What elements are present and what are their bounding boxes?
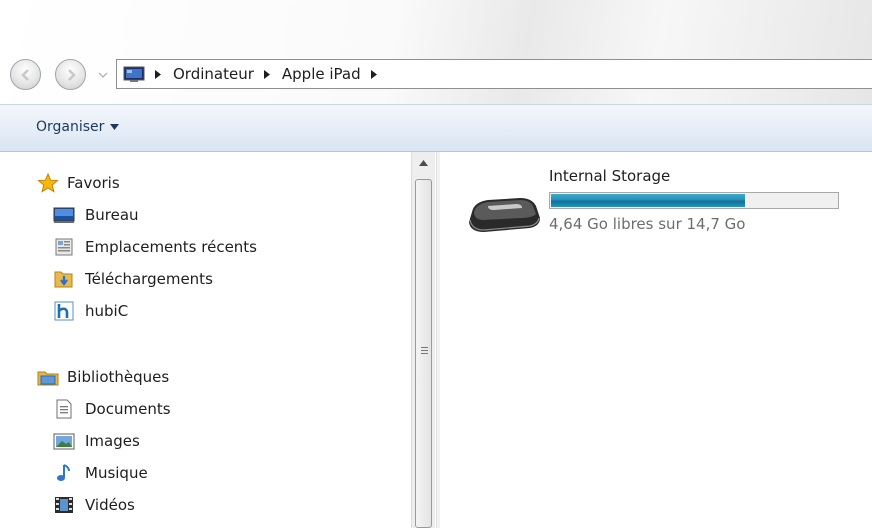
nav-item-label: Vidéos: [85, 496, 135, 514]
nav-item-images[interactable]: Images: [53, 429, 140, 453]
nav-libraries-label: Bibliothèques: [67, 368, 170, 386]
nav-item-label: Bureau: [85, 206, 139, 224]
breadcrumb-separator-icon[interactable]: [370, 69, 377, 79]
nav-favorites-label: Favoris: [67, 174, 120, 192]
forward-arrow-icon: [67, 68, 76, 81]
capacity-bar-fill: [551, 194, 745, 207]
navigation-pane: Favoris Bureau Emplacements récents Télé…: [10, 152, 410, 528]
videos-icon: [53, 495, 75, 515]
address-bar[interactable]: Ordinateur Apple iPad: [116, 59, 872, 89]
recent-pages-dropdown-icon[interactable]: [98, 70, 108, 80]
nav-item-musique[interactable]: Musique: [53, 461, 148, 485]
nav-item-videos[interactable]: Vidéos: [53, 493, 135, 517]
back-arrow-icon: [20, 68, 29, 81]
drive-name[interactable]: Internal Storage: [549, 167, 670, 185]
hubic-icon: [53, 301, 75, 321]
nav-item-label: Téléchargements: [85, 270, 213, 288]
organize-label: Organiser: [36, 119, 105, 135]
computer-icon: [123, 66, 145, 82]
breadcrumb-separator-icon[interactable]: [263, 69, 270, 79]
breadcrumb-apple-ipad[interactable]: Apple iPad: [282, 65, 361, 83]
grip-icon: [421, 347, 428, 354]
command-bar: Organiser: [0, 104, 872, 152]
nav-item-label: Images: [85, 432, 140, 450]
star-icon: [37, 173, 59, 193]
nav-item-label: Documents: [85, 400, 171, 418]
music-icon: [53, 463, 75, 483]
nav-item-emplacements-recents[interactable]: Emplacements récents: [53, 235, 257, 259]
pane-splitter[interactable]: [436, 152, 440, 528]
organize-button[interactable]: Organiser: [36, 119, 120, 135]
triangle-up-icon: [419, 160, 428, 166]
capacity-bar: [549, 192, 839, 209]
back-button[interactable]: [10, 59, 41, 90]
nav-item-hubic[interactable]: hubiC: [53, 299, 128, 323]
nav-item-telechargements[interactable]: Téléchargements: [53, 267, 213, 291]
nav-item-label: hubiC: [85, 302, 129, 320]
downloads-icon: [53, 269, 75, 289]
nav-item-bureau[interactable]: Bureau: [53, 203, 139, 227]
nav-pane-scrollbar[interactable]: [411, 152, 435, 528]
breadcrumb-separator-icon[interactable]: [155, 69, 161, 79]
desktop-icon: [53, 205, 75, 225]
libraries-icon: [37, 367, 59, 387]
forward-button[interactable]: [55, 59, 86, 90]
breadcrumb-ordinateur[interactable]: Ordinateur: [173, 65, 254, 83]
scroll-up-button[interactable]: [412, 152, 435, 174]
nav-libraries-header[interactable]: Bibliothèques: [37, 365, 169, 389]
documents-icon: [53, 399, 75, 419]
recent-places-icon: [53, 237, 75, 257]
nav-item-label: Emplacements récents: [85, 238, 258, 256]
scrollbar-thumb[interactable]: [415, 179, 432, 528]
nav-item-label: Musique: [85, 464, 148, 482]
chevron-down-icon: [110, 124, 120, 130]
window-title-area: Ordinateur Apple iPad: [0, 0, 872, 104]
nav-favorites-header[interactable]: Favoris: [37, 171, 120, 195]
nav-item-documents[interactable]: Documents: [53, 397, 171, 421]
images-icon: [53, 431, 75, 451]
drive-free-space: 4,64 Go libres sur 14,7 Go: [549, 215, 746, 233]
removable-drive-icon[interactable]: [466, 190, 542, 240]
